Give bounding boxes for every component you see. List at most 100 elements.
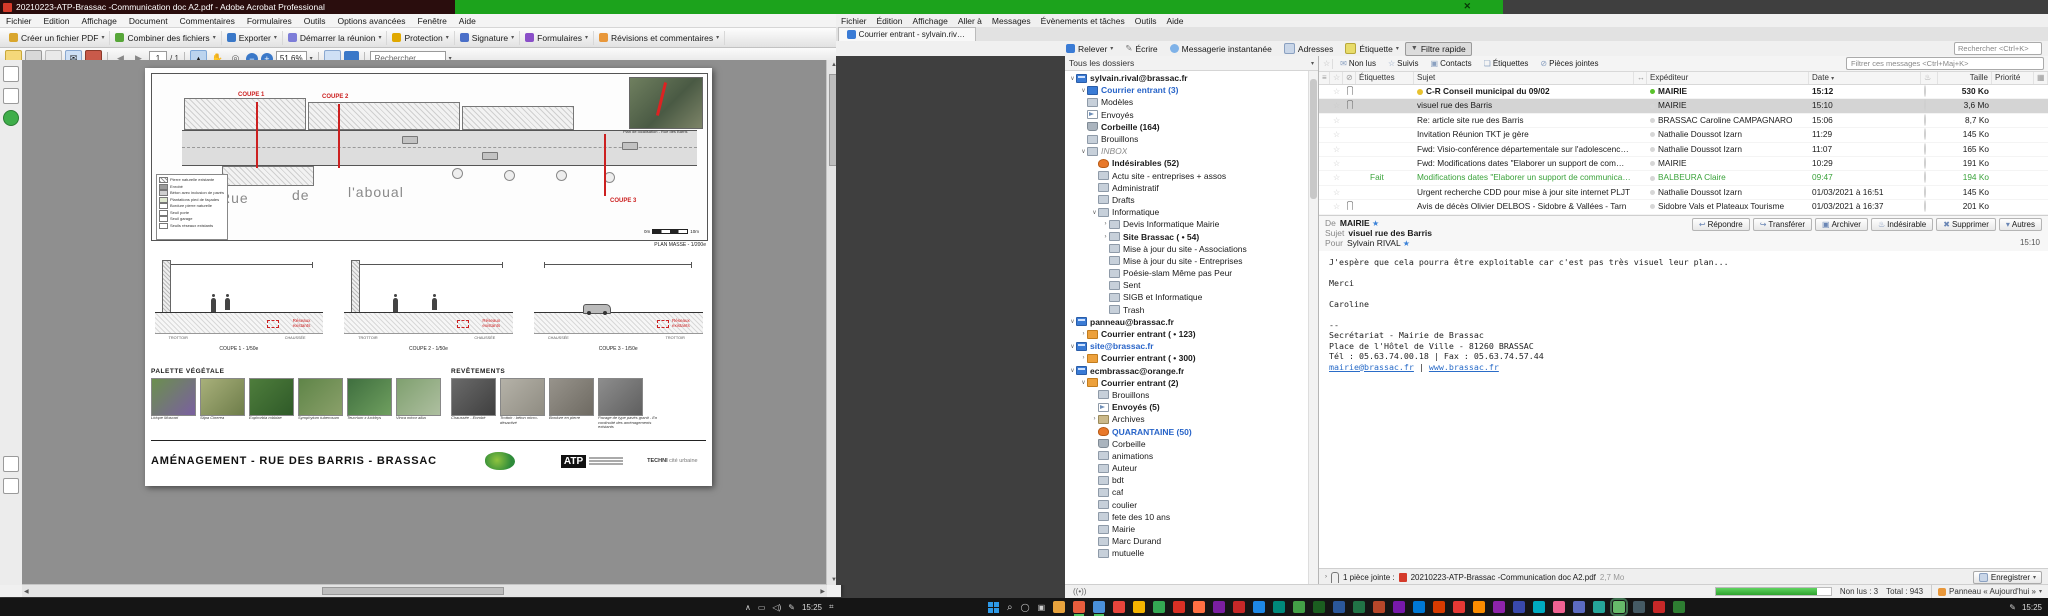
folder-pane-scrollbar[interactable] [1308,71,1318,585]
global-search-input[interactable]: Rechercher <Ctrl+K> [1954,42,2042,55]
folder-row-animations[interactable]: animations [1065,450,1318,462]
folder-row-inbox[interactable]: ∨INBOX [1065,145,1318,157]
col-thread[interactable]: ≡ [1319,72,1330,84]
horizontal-scrollbar-thumb[interactable] [322,587,504,595]
twisty-icon[interactable]: › [1102,234,1109,240]
quickfilter-non-lus[interactable]: ✉Non lus [1335,57,1381,70]
app-icon[interactable] [1473,601,1485,613]
col-etiquettes[interactable]: Étiquettes [1356,72,1414,84]
acrobat-toolbar-button[interactable]: Démarrer la réunion▾ [283,31,388,45]
app-icon[interactable] [1433,601,1445,613]
supprimer-button[interactable]: ✖Supprimer [1936,218,1996,231]
app-icon[interactable] [1233,601,1245,613]
website-link[interactable]: www.brassac.fr [1429,362,1499,372]
howto-panel-icon[interactable] [3,110,19,126]
folder-row-ind-sirables-52-[interactable]: Indésirables (52) [1065,157,1318,169]
attachment-expander-icon[interactable]: › [1325,574,1327,580]
junk-status-icon[interactable] [1924,200,1926,212]
app-icon[interactable] [1293,601,1305,613]
message-filter-input[interactable]: Filtrer ces messages <Ctrl+Maj+K> [1846,57,2044,70]
star-icon[interactable]: ☆ [1330,143,1343,156]
folder-row-po-sie-slam-m-me-pas-peur[interactable]: Poésie-slam Même pas Peur [1065,267,1318,279]
start-button[interactable] [988,602,999,613]
junk-status-icon[interactable] [1924,99,1926,111]
star-icon[interactable]: ☆ [1330,200,1343,213]
folder-row-brouillons[interactable]: Brouillons [1065,133,1318,145]
app-icon[interactable] [1313,601,1325,613]
app-icon[interactable] [1073,601,1085,613]
write-button[interactable]: ✎Écrire [1119,41,1163,56]
cortana-icon[interactable]: ◯ [1021,603,1030,612]
folder-row-corbeille[interactable]: Corbeille [1065,438,1318,450]
acrobat-menu-document[interactable]: Document [123,16,174,26]
répondre-button[interactable]: ↩Répondre [1692,218,1750,231]
app-icon[interactable] [1653,601,1665,613]
quickfilter-suivis[interactable]: ☆Suivis [1383,57,1424,70]
junk-status-icon[interactable] [1924,114,1926,126]
quickfilter-étiquettes[interactable]: ❏Étiquettes [1479,57,1534,70]
keyboard-icon[interactable]: ⌗ [829,602,834,612]
folder-row-coulier[interactable]: coulier [1065,499,1318,511]
volume-icon[interactable]: ◁) [772,603,781,612]
tray-expand-icon[interactable]: ∧ [745,603,751,612]
acrobat-menu-edition[interactable]: Edition [38,16,76,26]
transférer-button[interactable]: ↪Transférer [1753,218,1812,231]
folder-row-drafts[interactable]: Drafts [1065,194,1318,206]
green-window-strip[interactable]: ✕ [455,0,1503,14]
col-taille[interactable]: Taille [1938,72,1992,84]
folder-row-courrier-entrant-300-[interactable]: ›Courrier entrant ( • 300) [1065,352,1318,364]
email-link[interactable]: mairie@brassac.fr [1329,362,1414,372]
col-junk[interactable]: ♨ [1921,72,1938,84]
app-icon[interactable] [1633,601,1645,613]
app-icon[interactable] [1673,601,1685,613]
pen-icon[interactable]: ✎ [2009,603,2016,612]
twisty-icon[interactable]: ∨ [1069,367,1076,374]
app-icon[interactable] [1373,601,1385,613]
star-icon[interactable]: ☆ [1330,114,1343,127]
acrobat-menu-affichage[interactable]: Affichage [76,16,123,26]
twisty-icon[interactable]: ∨ [1091,209,1098,216]
app-icon[interactable] [1573,601,1585,613]
folder-row-devis-informatique-mairie[interactable]: ›Devis Informatique Mairie [1065,218,1318,230]
message-row[interactable]: ☆Fwd: Modifications dates "Elaborer un s… [1319,157,2048,171]
folder-row-envoy-s[interactable]: Envoyés [1065,109,1318,121]
folder-row-fete-des-10-ans[interactable]: fete des 10 ans [1065,511,1318,523]
app-icon[interactable] [1173,601,1185,613]
archiver-button[interactable]: ▣Archiver [1815,218,1868,231]
acrobat-toolbar-button[interactable]: Combiner des fichiers▾ [110,31,221,45]
col-sujet[interactable]: Sujet [1414,72,1634,84]
message-row[interactable]: ☆Avis de décès Olivier DELBOS - Sidobre … [1319,200,2048,214]
col-priorite[interactable]: Priorité [1992,72,2034,84]
folder-row-marc-durand[interactable]: Marc Durand [1065,535,1318,547]
star-icon[interactable]: ☆ [1330,171,1343,184]
address-book-button[interactable]: Adresses [1278,41,1339,56]
pen-icon[interactable]: ✎ [788,603,795,612]
folder-row-quarantaine-50-[interactable]: QUARANTAINE (50) [1065,425,1318,437]
tb-menu-outils[interactable]: Outils [1130,16,1162,26]
twisty-icon[interactable]: › [1102,221,1109,227]
folder-row-courrier-entrant-2-[interactable]: ∨Courrier entrant (2) [1065,377,1318,389]
attachment-filename[interactable]: 20210223-ATP-Brassac -Communication doc … [1411,573,1596,582]
quickfilter-contacts[interactable]: ▣Contacts [1426,57,1477,70]
message-row[interactable]: ☆C-R Conseil municipal du 09/02MAIRIE15:… [1319,85,2048,99]
acrobat-menu-outils[interactable]: Outils [298,16,332,26]
display-icon[interactable]: ▭ [758,603,766,612]
twisty-icon[interactable]: › [1080,331,1087,337]
folder-row-mairie[interactable]: Mairie [1065,523,1318,535]
app-icon[interactable] [1553,601,1565,613]
junk-status-icon[interactable] [1924,85,1926,97]
contact-star-icon[interactable]: ★ [1403,239,1410,248]
folder-row-sigb-et-informatique[interactable]: SIGB et Informatique [1065,291,1318,303]
folder-row-mise-jour-du-site-associations[interactable]: Mise à jour du site - Associations [1065,243,1318,255]
col-correspondent[interactable]: ↔ [1634,72,1647,84]
star-icon[interactable]: ☆ [1330,128,1343,141]
app-icon[interactable] [1453,601,1465,613]
acrobat-toolbar-button[interactable]: Révisions et commentaires▾ [594,31,725,45]
acrobat-menu-options-avancées[interactable]: Options avancées [331,16,411,26]
col-star[interactable]: ☆ [1330,72,1343,84]
attachments-panel-icon[interactable] [3,478,19,494]
folder-row-bdt[interactable]: bdt [1065,474,1318,486]
app-icon[interactable] [1333,601,1345,613]
star-icon[interactable]: ☆ [1330,157,1343,170]
twisty-icon[interactable]: ∨ [1069,318,1076,325]
